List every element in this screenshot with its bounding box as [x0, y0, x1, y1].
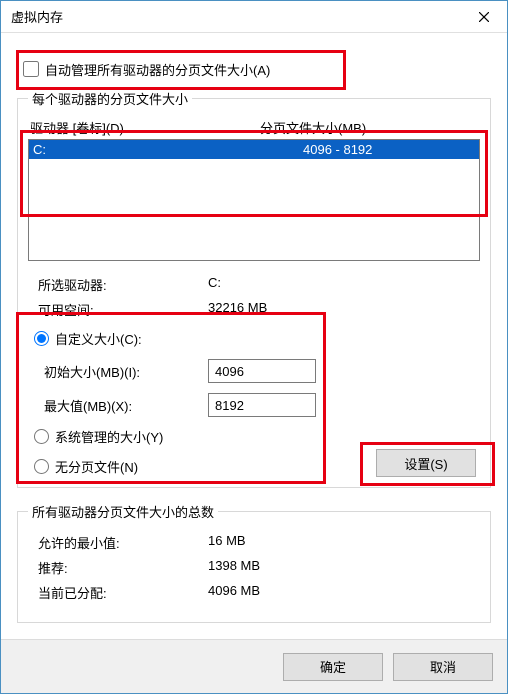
close-button[interactable]	[461, 1, 507, 33]
initial-size-label: 初始大小(MB)(I):	[44, 362, 208, 381]
ok-button[interactable]: 确定	[283, 653, 383, 681]
content-area: 自动管理所有驱动器的分页文件大小(A) 每个驱动器的分页文件大小 驱动器 [卷标…	[1, 33, 507, 639]
per-drive-group: 每个驱动器的分页文件大小 驱动器 [卷标](D) 分页文件大小(MB) C: 4…	[17, 89, 491, 488]
no-paging-radio[interactable]	[34, 459, 49, 474]
set-button[interactable]: 设置(S)	[376, 449, 476, 477]
custom-size-label: 自定义大小(C):	[55, 329, 142, 348]
min-allowed-value: 16 MB	[208, 533, 246, 552]
min-allowed-label: 允许的最小值:	[38, 533, 208, 552]
system-managed-label: 系统管理的大小(Y)	[55, 427, 163, 446]
auto-manage-checkbox[interactable]	[23, 61, 39, 77]
close-icon	[479, 12, 489, 22]
drive-row[interactable]: C: 4096 - 8192	[29, 140, 479, 159]
window-title: 虚拟内存	[11, 7, 461, 26]
header-drive: 驱动器 [卷标](D)	[30, 118, 260, 137]
no-paging-label: 无分页文件(N)	[55, 457, 138, 476]
max-size-label: 最大值(MB)(X):	[44, 396, 208, 415]
drive-list[interactable]: C: 4096 - 8192	[28, 139, 480, 261]
allocated-value: 4096 MB	[208, 583, 260, 602]
per-drive-legend: 每个驱动器的分页文件大小	[28, 89, 192, 108]
dialog-footer: 确定 取消	[1, 639, 507, 693]
max-size-input[interactable]	[208, 393, 316, 417]
totals-group: 所有驱动器分页文件大小的总数 允许的最小值: 16 MB 推荐: 1398 MB…	[17, 502, 491, 623]
virtual-memory-dialog: 虚拟内存 自动管理所有驱动器的分页文件大小(A) 每个驱动器的分页文件大小 驱动…	[0, 0, 508, 694]
drive-list-header: 驱动器 [卷标](D) 分页文件大小(MB)	[30, 118, 478, 137]
header-size: 分页文件大小(MB)	[260, 118, 366, 137]
custom-size-radio[interactable]	[34, 331, 49, 346]
selected-drive-value: C:	[208, 275, 221, 294]
totals-legend: 所有驱动器分页文件大小的总数	[28, 502, 218, 521]
cancel-button[interactable]: 取消	[393, 653, 493, 681]
available-space-label: 可用空间:	[38, 300, 208, 319]
size-cell: 4096 - 8192	[303, 140, 372, 159]
recommended-value: 1398 MB	[208, 558, 260, 577]
system-managed-radio[interactable]	[34, 429, 49, 444]
drive-cell: C:	[33, 140, 303, 159]
selected-drive-label: 所选驱动器:	[38, 275, 208, 294]
allocated-label: 当前已分配:	[38, 583, 208, 602]
available-space-value: 32216 MB	[208, 300, 267, 319]
recommended-label: 推荐:	[38, 558, 208, 577]
titlebar: 虚拟内存	[1, 1, 507, 33]
initial-size-input[interactable]	[208, 359, 316, 383]
auto-manage-label: 自动管理所有驱动器的分页文件大小(A)	[45, 60, 270, 79]
